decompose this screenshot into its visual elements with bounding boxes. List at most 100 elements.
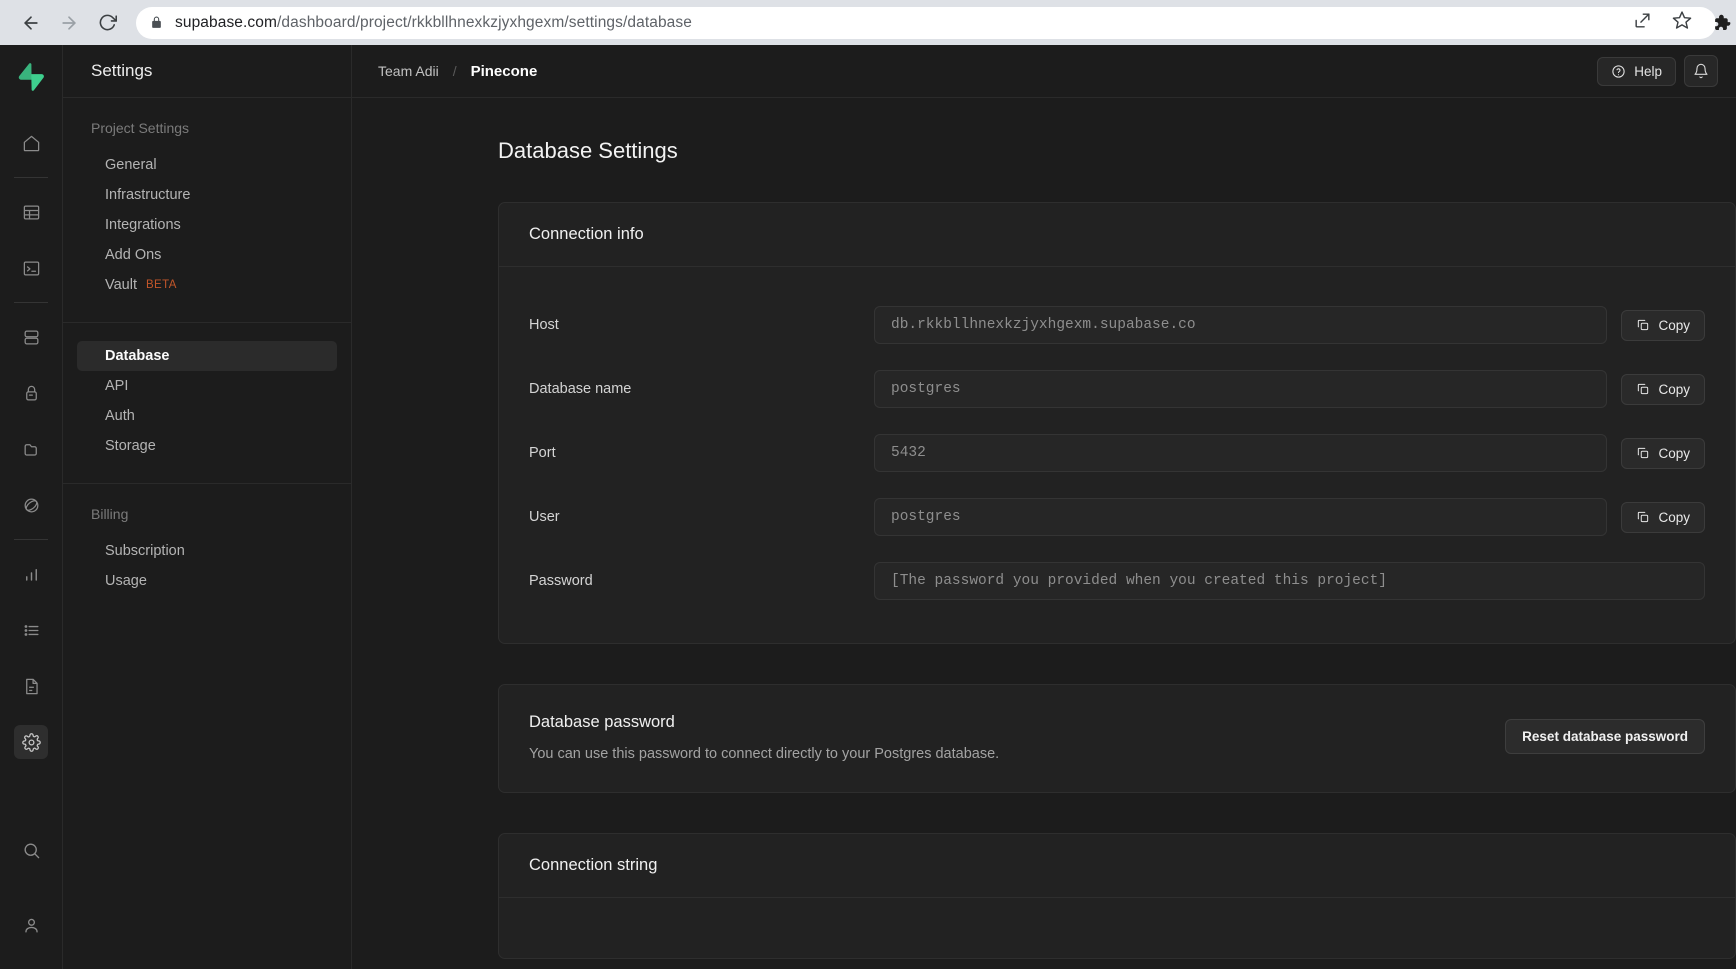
sidebar-item-api[interactable]: API xyxy=(77,371,337,401)
field-label: Password xyxy=(529,573,593,589)
sidebar-item-label: Auth xyxy=(105,408,135,424)
share-icon[interactable] xyxy=(1633,11,1652,35)
reports-icon[interactable] xyxy=(14,557,48,591)
sidebar-item-label: Infrastructure xyxy=(105,187,191,203)
search-icon[interactable] xyxy=(14,833,48,867)
url-path: /dashboard/project/rkkbllhnexkzjyxhgexm/… xyxy=(277,13,692,31)
sidebar-item-usage[interactable]: Usage xyxy=(77,566,337,596)
notifications-button[interactable] xyxy=(1684,55,1718,87)
sidebar-item-add-ons[interactable]: Add Ons xyxy=(77,240,337,270)
settings-gear-icon[interactable] xyxy=(14,725,48,759)
supabase-logo[interactable] xyxy=(13,55,49,99)
rail-bottom-group xyxy=(0,822,62,953)
content-inner: Database Settings Connection info Host d… xyxy=(352,138,1736,959)
sidebar-item-label: Integrations xyxy=(105,217,181,233)
top-bar-actions: Help xyxy=(1597,55,1718,87)
sidebar-item-label: Storage xyxy=(105,438,156,454)
copy-port-button[interactable]: Copy xyxy=(1621,437,1705,469)
rail-divider xyxy=(14,302,48,303)
form-row-password: Password [The password you provided when… xyxy=(529,549,1705,613)
omnibox-actions xyxy=(1633,0,1692,45)
sidebar-item-auth[interactable]: Auth xyxy=(77,401,337,431)
beta-badge: BETA xyxy=(145,279,177,291)
top-bar: Team Adii / Pinecone Help xyxy=(352,45,1736,98)
host-input[interactable]: db.rkkbllhnexkzjyxhgexm.supabase.co xyxy=(874,306,1608,344)
rail-divider xyxy=(14,539,48,540)
database-password-description: You can use this password to connect dir… xyxy=(529,746,1000,762)
copy-button-label: Copy xyxy=(1658,509,1690,525)
address-bar[interactable]: supabase.com/dashboard/project/rkkbllhne… xyxy=(136,6,1716,39)
copy-database-name-button[interactable]: Copy xyxy=(1621,373,1705,405)
sidebar-item-database[interactable]: Database xyxy=(77,341,337,371)
password-input[interactable]: [The password you provided when you crea… xyxy=(874,562,1705,600)
bell-icon xyxy=(1693,63,1709,79)
table-editor-icon[interactable] xyxy=(14,195,48,229)
content-scroll-area[interactable]: Database Settings Connection info Host d… xyxy=(352,98,1736,969)
page-section-title: Settings xyxy=(91,61,153,80)
sidebar-item-subscription[interactable]: Subscription xyxy=(77,536,337,566)
api-docs-icon[interactable] xyxy=(14,669,48,703)
puzzle-piece-icon[interactable] xyxy=(1710,0,1732,45)
sidebar-item-label: General xyxy=(105,157,157,173)
copy-host-button[interactable]: Copy xyxy=(1621,309,1705,341)
help-button[interactable]: Help xyxy=(1597,56,1676,86)
page-title: Database Settings xyxy=(498,138,678,163)
nav-group-label: Project Settings xyxy=(91,120,190,136)
sidebar-item-infrastructure[interactable]: Infrastructure xyxy=(77,180,337,210)
reset-database-password-button[interactable]: Reset database password xyxy=(1505,719,1705,754)
breadcrumb-org[interactable]: Team Adii xyxy=(378,63,439,79)
form-row-database-name: Database name postgres Copy xyxy=(529,357,1705,421)
port-input[interactable]: 5432 xyxy=(874,434,1608,472)
form-row-port: Port 5432 Copy xyxy=(529,421,1705,485)
copy-button-label: Copy xyxy=(1658,445,1690,461)
lock-icon xyxy=(150,15,163,30)
sidebar-item-label: Add Ons xyxy=(105,247,162,263)
help-button-label: Help xyxy=(1634,63,1662,79)
copy-icon xyxy=(1636,382,1650,396)
sidebar-item-storage[interactable]: Storage xyxy=(77,431,337,461)
home-icon[interactable] xyxy=(14,126,48,160)
field-wrap: 5432 Copy xyxy=(874,434,1705,472)
edge-functions-icon[interactable] xyxy=(14,488,48,522)
nav-group-configuration: Database API Auth Storage xyxy=(63,322,351,483)
database-password-body: Database password You can use this passw… xyxy=(499,685,1735,792)
form-row-user: User postgres Copy xyxy=(529,485,1705,549)
copy-button-label: Copy xyxy=(1658,317,1690,333)
sidebar-item-vault[interactable]: Vault BETA xyxy=(77,270,337,300)
sidebar-item-label: Database xyxy=(105,348,170,364)
nav-group-billing: Billing Subscription Usage xyxy=(63,483,351,618)
star-icon[interactable] xyxy=(1672,10,1692,35)
rail-divider xyxy=(14,177,48,178)
sidebar-item-label: Usage xyxy=(105,573,147,589)
main-column: Team Adii / Pinecone Help Database Setti… xyxy=(352,45,1736,969)
field-wrap: postgres Copy xyxy=(874,370,1705,408)
copy-icon xyxy=(1636,318,1650,332)
settings-nav-header: Settings xyxy=(63,45,351,98)
field-label: Host xyxy=(529,317,559,333)
database-password-card: Database password You can use this passw… xyxy=(498,684,1736,793)
copy-user-button[interactable]: Copy xyxy=(1621,501,1705,533)
sidebar-item-label: API xyxy=(105,378,129,394)
connection-info-body: Host db.rkkbllhnexkzjyxhgexm.supabase.co… xyxy=(499,267,1735,643)
storage-icon[interactable] xyxy=(14,432,48,466)
back-arrow-icon[interactable] xyxy=(14,6,48,40)
database-icon[interactable] xyxy=(14,320,48,354)
sidebar-item-general[interactable]: General xyxy=(77,150,337,180)
user-input[interactable]: postgres xyxy=(874,498,1608,536)
connection-string-body xyxy=(499,898,1735,958)
sidebar-item-integrations[interactable]: Integrations xyxy=(77,210,337,240)
auth-lock-icon[interactable] xyxy=(14,376,48,410)
nav-group-project-settings: Project Settings General Infrastructure … xyxy=(63,98,351,322)
logs-icon[interactable] xyxy=(14,613,48,647)
reload-icon[interactable] xyxy=(90,6,124,40)
sidebar-item-label: Subscription xyxy=(105,543,185,559)
connection-info-heading: Connection info xyxy=(529,225,644,243)
field-label: User xyxy=(529,509,560,525)
account-icon[interactable] xyxy=(14,908,48,942)
database-name-input[interactable]: postgres xyxy=(874,370,1608,408)
sql-editor-icon[interactable] xyxy=(14,251,48,285)
connection-string-header: Connection string xyxy=(499,834,1735,898)
connection-string-card: Connection string xyxy=(498,833,1736,959)
breadcrumb-project[interactable]: Pinecone xyxy=(471,63,538,80)
forward-arrow-icon[interactable] xyxy=(52,6,86,40)
